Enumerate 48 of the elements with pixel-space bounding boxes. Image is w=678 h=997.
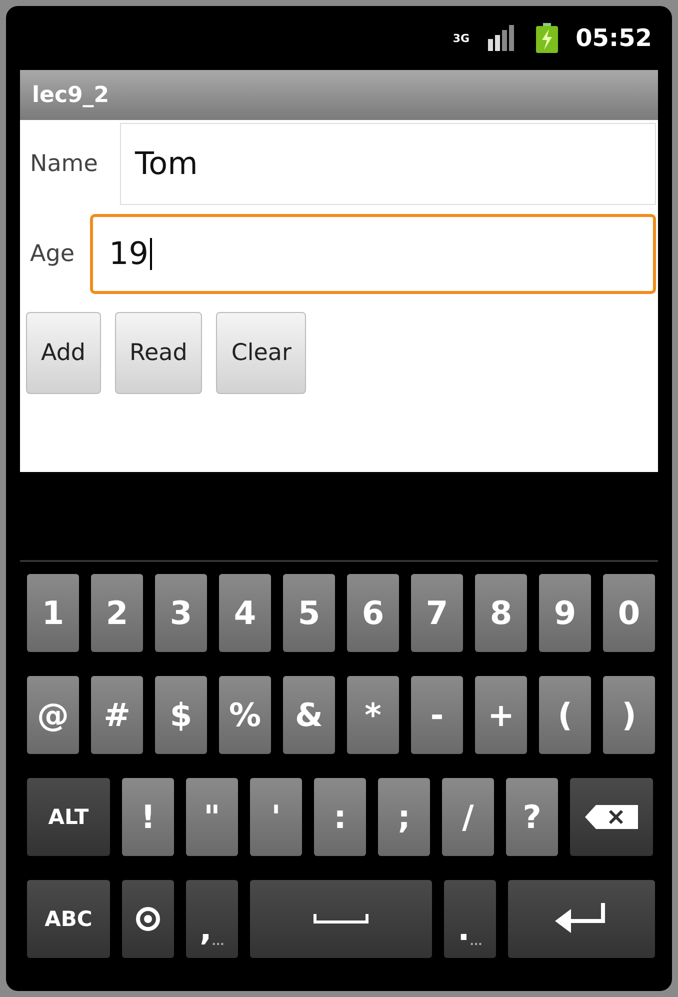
battery-icon [536,23,558,53]
keyboard-key[interactable]: @ [27,676,79,754]
text-field[interactable]: 19 [90,214,656,294]
keyboard-key[interactable]: * [347,676,399,754]
keyboard-key[interactable]: ? [506,778,558,856]
keyboard-key[interactable]: / [442,778,494,856]
keyboard-key[interactable]: ABC [27,880,110,958]
keyboard-key[interactable]: 7 [411,574,463,652]
action-button[interactable]: Add [26,312,101,394]
keyboard-key[interactable]: 6 [347,574,399,652]
clock-time: 05:52 [576,24,652,52]
keyboard-key[interactable]: # [91,676,143,754]
keyboard-key[interactable]: 1 [27,574,79,652]
backspace-key[interactable] [570,778,653,856]
keyboard-key[interactable]: : [314,778,366,856]
keyboard-key[interactable]: $ [155,676,207,754]
enter-key[interactable] [508,880,655,958]
text-field[interactable]: Tom [120,123,656,205]
network-type-label: 3G [452,32,470,44]
field-label: Age [29,241,76,267]
keyboard-key[interactable]: ) [603,676,655,754]
keyboard-key[interactable]: 5 [283,574,335,652]
keyboard-key[interactable]: + [475,676,527,754]
keyboard-key[interactable]: " [186,778,238,856]
keyboard-key[interactable]: 8 [475,574,527,652]
action-button[interactable]: Clear [216,312,306,394]
keyboard-key[interactable]: ( [539,676,591,754]
keyboard-key[interactable]: 9 [539,574,591,652]
backspace-icon [584,803,640,831]
keyboard-key[interactable]: & [283,676,335,754]
keyboard-key[interactable]: % [219,676,271,754]
keyboard-key[interactable]: ; [378,778,430,856]
keyboard-key[interactable]: ! [122,778,174,856]
field-label: Name [29,151,99,177]
keyboard-key[interactable]: 2 [91,574,143,652]
keyboard-key[interactable]: ,... [186,880,238,958]
space-bar-icon [313,914,369,924]
keyboard-key[interactable]: 3 [155,574,207,652]
app-title: lec9_2 [32,82,110,108]
keyboard-key[interactable]: - [411,676,463,754]
settings-key[interactable] [122,880,174,958]
keyboard-key[interactable]: ' [250,778,302,856]
keyboard-key[interactable]: 4 [219,574,271,652]
keyboard-key[interactable]: 0 [603,574,655,652]
ring-icon [135,906,161,932]
action-button[interactable]: Read [114,312,202,394]
keyboard-key[interactable]: .... [444,880,496,958]
keyboard-key[interactable]: ALT [27,778,110,856]
